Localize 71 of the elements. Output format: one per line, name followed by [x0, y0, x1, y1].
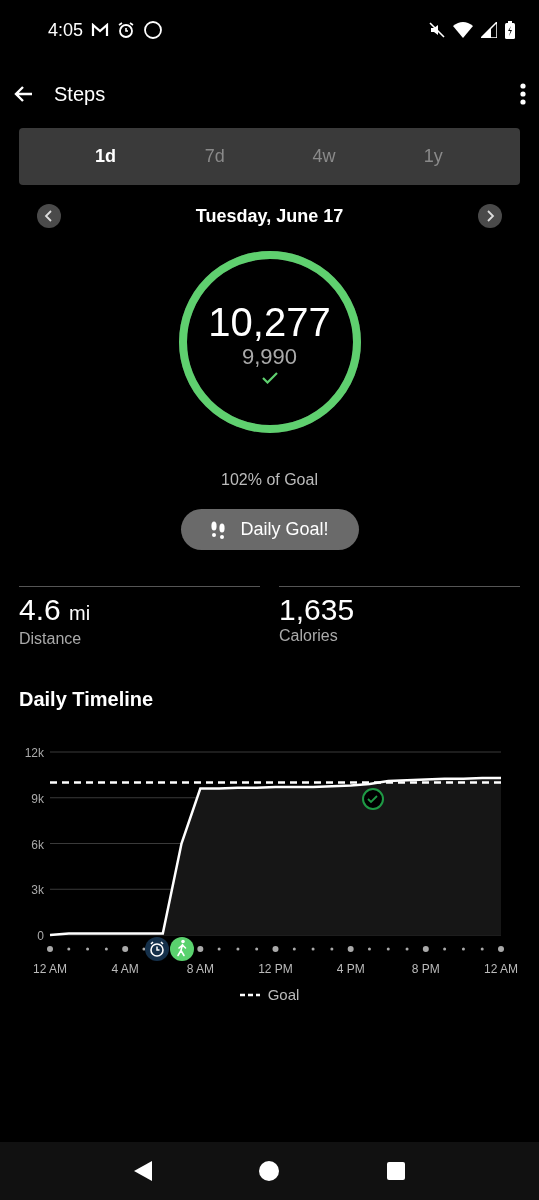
y-tick-label: 12k — [24, 746, 44, 760]
period-tab[interactable]: 1d — [51, 128, 161, 185]
previous-day-button[interactable] — [37, 204, 61, 228]
alarm-clock-icon — [145, 937, 169, 961]
hour-dot — [272, 946, 279, 952]
walking-person-icon — [170, 937, 194, 961]
wifi-icon — [453, 22, 473, 38]
hour-dot — [405, 947, 409, 951]
status-time: 4:05 — [48, 19, 84, 41]
hour-dot — [347, 946, 354, 952]
section-title: Daily Timeline — [19, 688, 155, 711]
hour-dot — [217, 947, 221, 951]
x-tick-label: 8 PM — [411, 962, 440, 976]
hour-dot — [197, 946, 204, 952]
stat-label: Calories — [279, 627, 339, 645]
next-day-button[interactable] — [478, 204, 502, 228]
x-tick-label: 12 AM — [33, 962, 67, 976]
more-options-button[interactable] — [519, 83, 527, 105]
hour-dot — [142, 947, 146, 951]
battery-icon — [505, 21, 515, 39]
hour-dot — [67, 947, 71, 951]
hour-dot — [498, 946, 504, 952]
hour-dot — [236, 947, 240, 951]
y-tick-label: 0 — [37, 929, 44, 943]
period-tab[interactable]: 1y — [378, 128, 488, 185]
y-tick-label: 3k — [31, 883, 44, 898]
hour-dot — [292, 947, 296, 951]
x-tick-label: 8 AM — [186, 962, 214, 976]
chevron-right-icon — [485, 210, 495, 222]
recents-nav-button[interactable] — [387, 1162, 406, 1180]
date-label: Tuesday, June 17 — [195, 205, 344, 227]
stat-value: 4.6 mi — [19, 593, 92, 628]
hour-dot — [86, 947, 90, 951]
stat-value: 1,635 — [279, 593, 356, 627]
footprints-icon — [210, 520, 227, 539]
hour-dot — [122, 946, 129, 952]
x-tick-label: 12 PM — [258, 962, 293, 976]
hour-dot — [443, 947, 447, 951]
mute-icon — [429, 22, 445, 38]
circle-icon — [143, 20, 164, 40]
hour-dot — [47, 946, 53, 952]
mail-icon — [91, 23, 110, 37]
period-tab[interactable]: 7d — [160, 128, 270, 185]
stat-label: Distance — [19, 630, 83, 648]
hour-dot — [330, 947, 334, 951]
x-tick-label: 4 PM — [336, 962, 365, 976]
legend-label: Goal — [267, 986, 300, 1003]
back-nav-button[interactable] — [133, 1161, 152, 1181]
page-title: Steps — [54, 82, 107, 106]
daily-goal-button[interactable]: Daily Goal! — [180, 509, 359, 550]
chevron-left-icon — [44, 210, 54, 222]
hour-dot — [480, 947, 484, 951]
period-tab[interactable]: 4w — [269, 128, 379, 185]
step-goal: 9,990 — [241, 344, 298, 370]
hour-dot — [461, 947, 465, 951]
goal-percent: 102% of Goal — [220, 471, 319, 489]
hour-dot — [367, 947, 371, 951]
x-tick-label: 4 AM — [111, 962, 139, 976]
hour-dot — [104, 947, 108, 951]
y-tick-label: 6k — [31, 837, 44, 852]
x-tick-label: 12 AM — [484, 962, 518, 976]
hour-dot — [311, 947, 315, 951]
hour-dot — [422, 946, 429, 952]
hour-dot — [255, 947, 259, 951]
step-count: 10,277 — [208, 300, 331, 344]
y-tick-label: 9k — [31, 791, 44, 806]
home-nav-button[interactable] — [259, 1161, 280, 1181]
hour-dot — [386, 947, 390, 951]
alarm-icon — [117, 21, 136, 39]
dashed-legend-icon — [239, 992, 260, 997]
signal-icon — [481, 22, 497, 38]
